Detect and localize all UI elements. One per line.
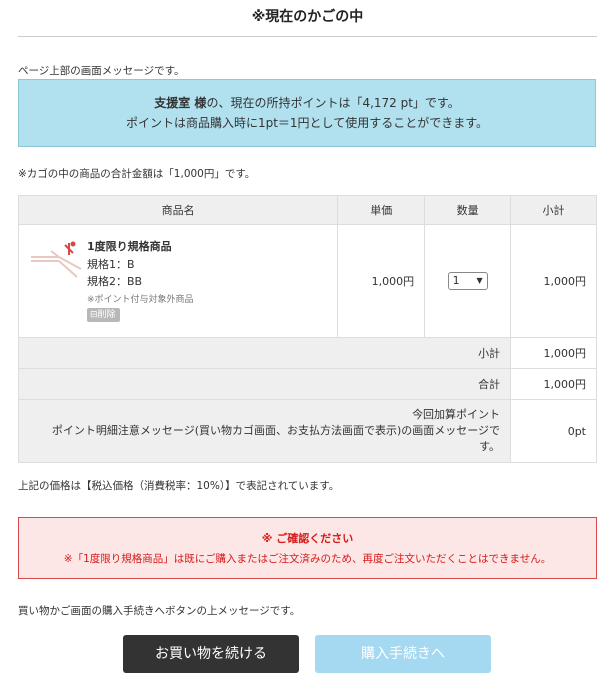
continue-shopping-button[interactable]: お買い物を続ける <box>123 635 299 673</box>
product-spec-2: 規格2：BB <box>87 275 143 288</box>
product-name[interactable]: 1度限り規格商品 <box>87 238 172 254</box>
quantity-value: 1 <box>452 274 460 287</box>
quantity-cell: 1 ▼ <box>424 224 512 338</box>
header-product: 商品名 <box>17 195 339 225</box>
cart-table: 商品名 単価 数量 小計 1度限り規格商品 規格1：B 規格2：BB ※ポイント… <box>17 195 597 463</box>
delete-label: 削除 <box>97 310 116 320</box>
points-line-1: 支援室 様の、現在の所持ポイントは「4,172 pt」です。 <box>19 93 595 113</box>
points-text: の、現在の所持ポイントは「4,172 pt」です。 <box>206 96 460 110</box>
points-line-2: ポイントは商品購入時に1pt＝1円として使用することができます。 <box>125 116 489 130</box>
warning-title: ※ ご確認ください <box>261 532 354 545</box>
points-label: 今回加算ポイント ポイント明細注意メッセージ(買い物カゴ画面、お支払方法画面で表… <box>17 399 512 463</box>
product-spec-1: 規格1：B <box>87 258 135 271</box>
warning-box: ※ ご確認ください ※「1度限り規格商品」は既にご購入またはご注文済みのため、再… <box>18 517 597 579</box>
subtotal-cell: 1,000円 <box>510 224 597 338</box>
unit-price-cell: 1,000円 <box>337 224 426 338</box>
price-note: 上記の価格は【税込価格（消費税率：10%）】で表記されています。 <box>18 480 340 492</box>
points-label-line-1: 今回加算ポイント <box>412 408 501 421</box>
cart-total-message: ※カゴの中の商品の合計金額は「1,000円」です。 <box>18 168 256 180</box>
chevron-down-icon: ▼ <box>476 276 483 285</box>
product-thumbnail[interactable] <box>29 239 84 279</box>
top-message: ページ上部の画面メッセージです。 <box>18 65 185 77</box>
subtotal-row: 小計 1,000円 <box>17 337 597 369</box>
table-header-row: 商品名 単価 数量 小計 <box>17 195 597 225</box>
checkout-button[interactable]: 購入手続きへ <box>315 635 491 673</box>
total-row: 合計 1,000円 <box>17 368 597 400</box>
subtotal-value: 1,000円 <box>510 337 597 369</box>
points-label-line-2: ポイント明細注意メッセージ(買い物カゴ画面、お支払方法画面で表示)の画面メッセー… <box>51 424 501 437</box>
user-name: 支援室 様 <box>154 96 207 110</box>
points-label-line-3: す。 <box>479 440 501 453</box>
delete-button[interactable]: ⊟削除 <box>87 308 120 322</box>
product-note: ※ポイント付与対象外商品 <box>87 295 194 305</box>
delete-icon: ⊟ <box>90 310 98 320</box>
points-row: 今回加算ポイント ポイント明細注意メッセージ(買い物カゴ画面、お支払方法画面で表… <box>17 399 597 463</box>
subtotal-label: 小計 <box>17 337 512 369</box>
total-label: 合計 <box>17 368 512 400</box>
title-divider <box>18 36 597 37</box>
warning-body: ※「1度限り規格商品」は既にご購入またはご注文済みのため、再度ご注文いただくこと… <box>63 553 552 565</box>
header-quantity: 数量 <box>424 195 512 225</box>
points-value: 0pt <box>510 399 597 463</box>
total-value: 1,000円 <box>510 368 597 400</box>
header-subtotal: 小計 <box>510 195 597 225</box>
page-title: ※現在のかごの中 <box>251 9 364 25</box>
product-cell: 1度限り規格商品 規格1：B 規格2：BB ※ポイント付与対象外商品 ⊟削除 <box>17 224 339 338</box>
points-info-box: 支援室 様の、現在の所持ポイントは「4,172 pt」です。 ポイントは商品購入… <box>18 79 596 147</box>
table-row: 1度限り規格商品 規格1：B 規格2：BB ※ポイント付与対象外商品 ⊟削除 1… <box>17 224 597 338</box>
quantity-select[interactable]: 1 ▼ <box>447 272 488 290</box>
bottom-message: 買い物かご画面の購入手続きへボタンの上メッセージです。 <box>18 605 301 617</box>
header-unit-price: 単価 <box>337 195 426 225</box>
